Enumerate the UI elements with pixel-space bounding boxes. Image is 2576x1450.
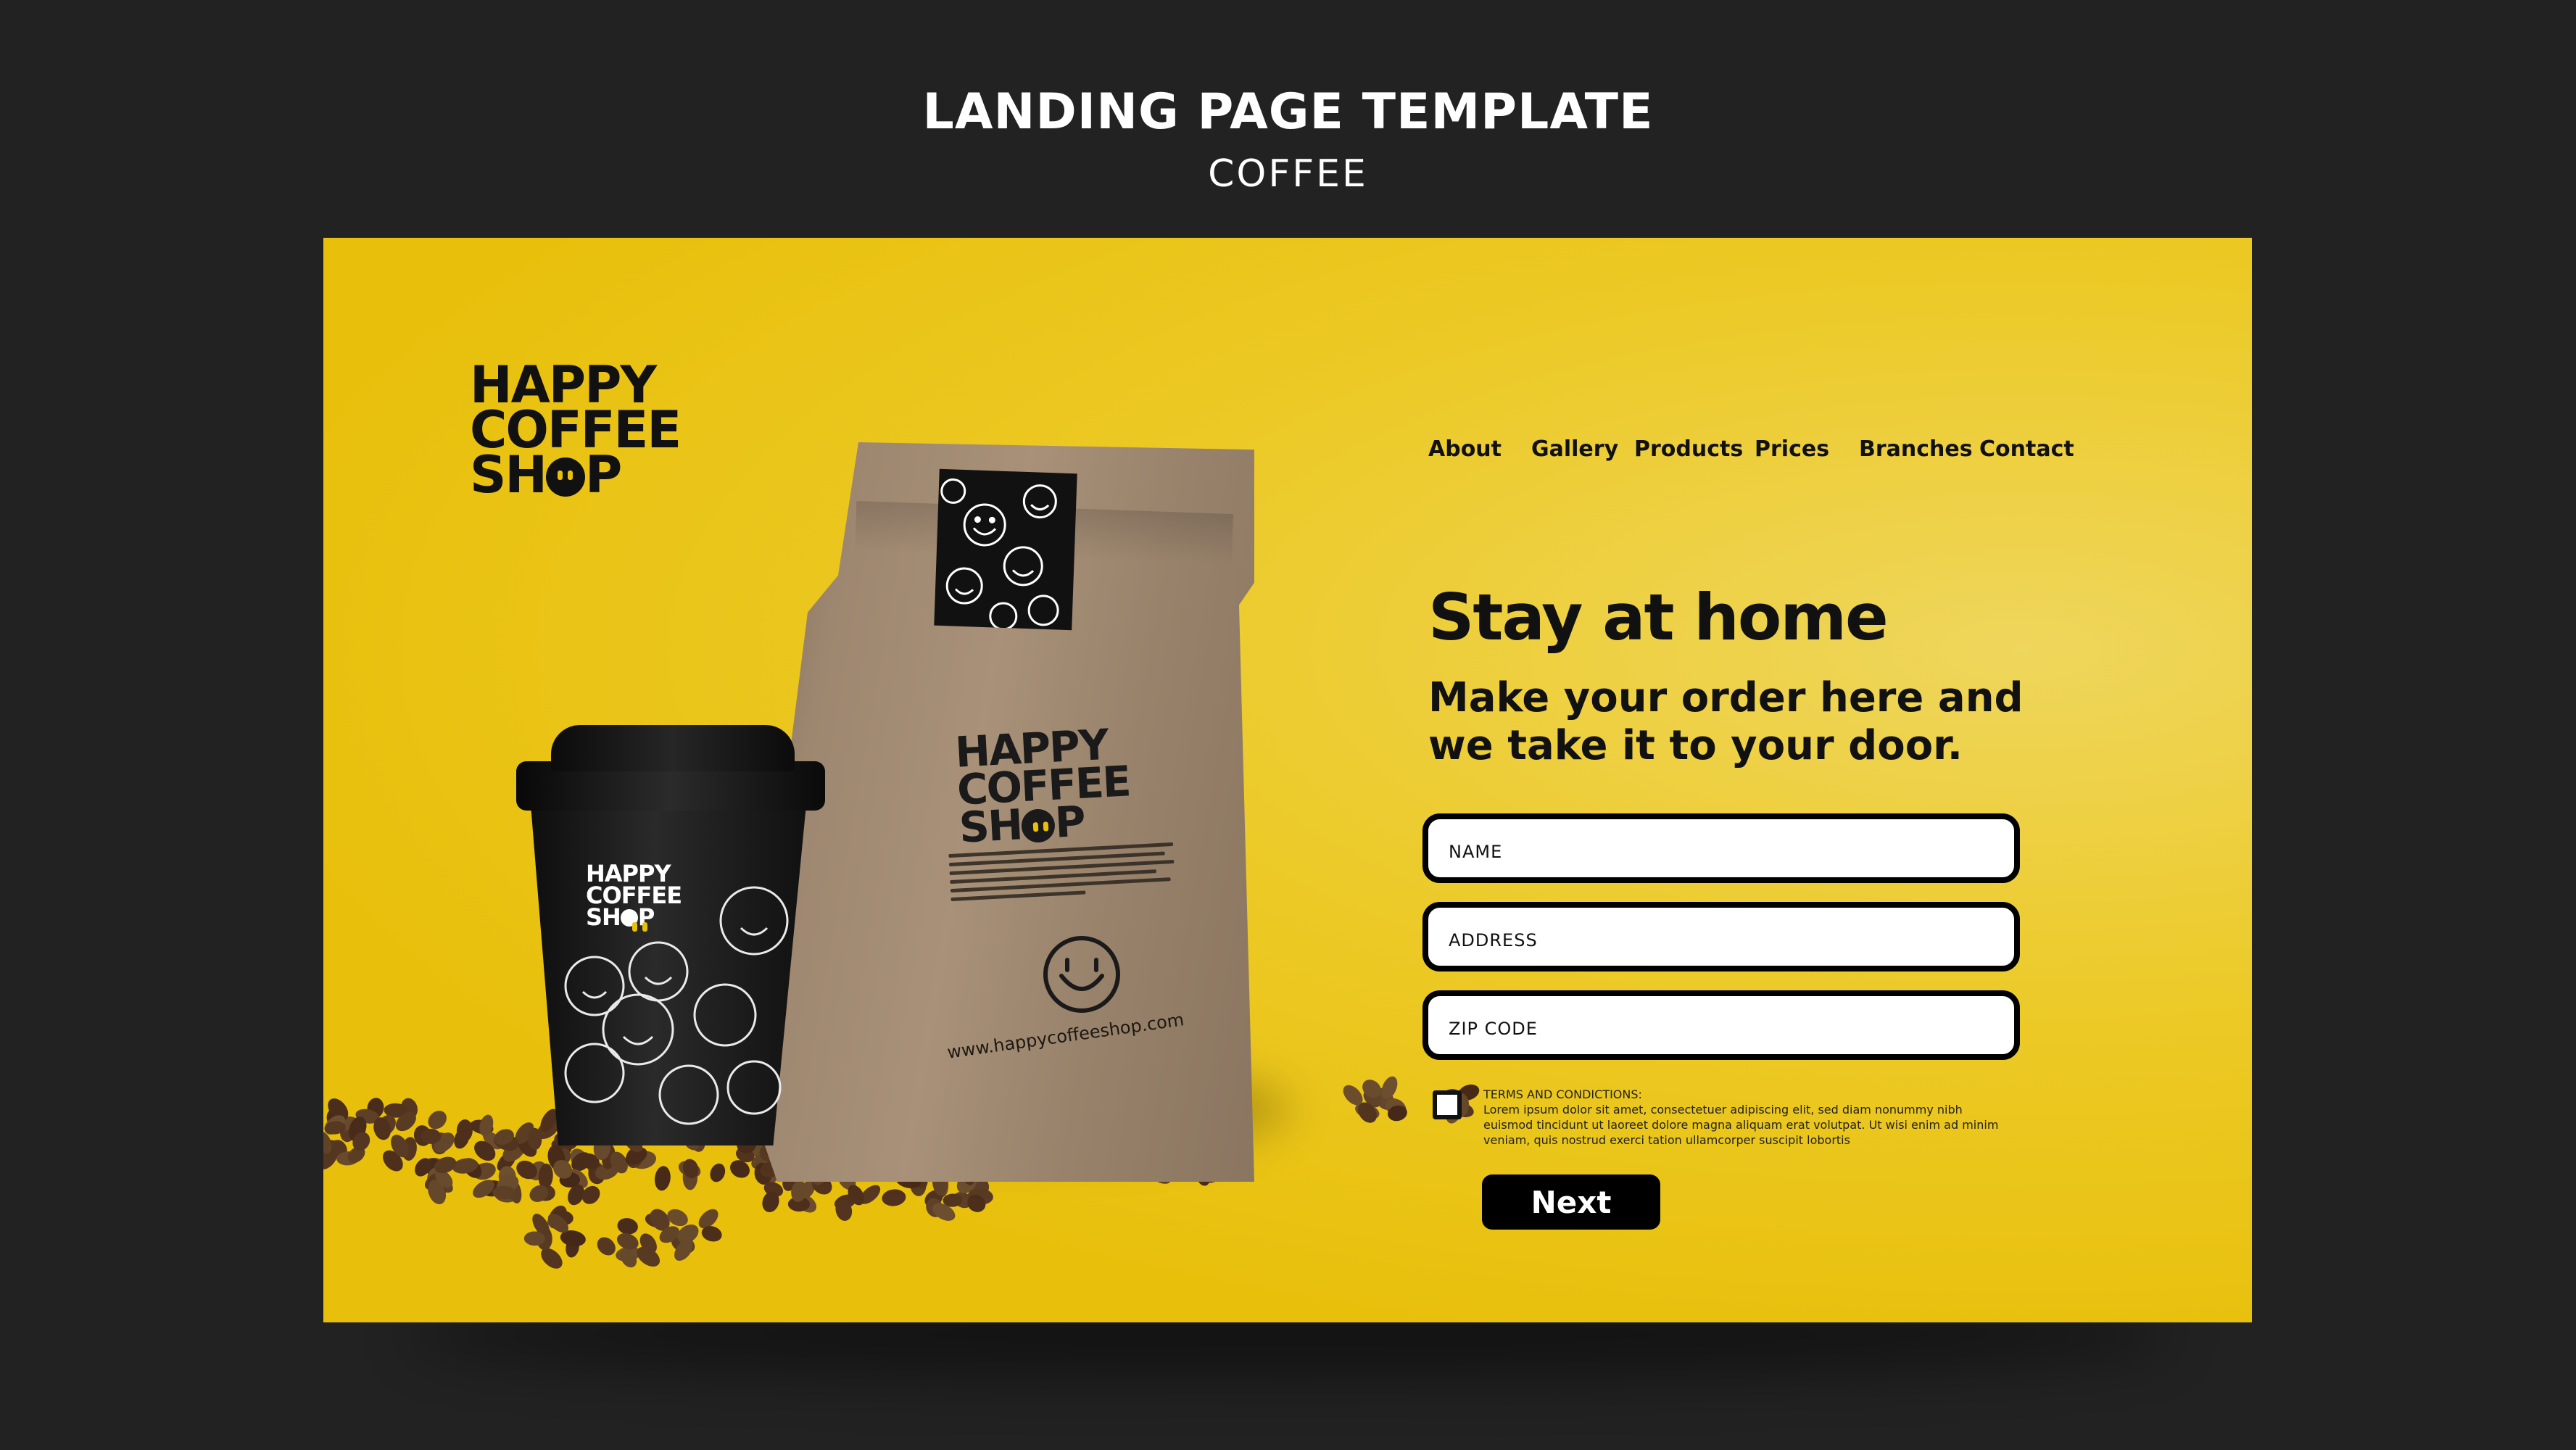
coffee-bean [597, 1237, 616, 1256]
address-field [1422, 902, 2020, 972]
smiley-o-icon [1021, 808, 1056, 844]
nav-contact[interactable]: Contact [1979, 436, 2074, 462]
terms-title: TERMS AND CONDICTIONS: [1483, 1088, 1642, 1101]
page-title: LANDING PAGE TEMPLATE [922, 83, 1654, 141]
coffee-bean [617, 1218, 638, 1235]
bag-logo: HAPPY COFFEE SH P [954, 720, 1148, 853]
happy-coffee-shop-logo[interactable]: HAPPY COFFEE SH P [470, 360, 709, 500]
next-button[interactable]: Next [1482, 1174, 1660, 1230]
address-input[interactable] [1428, 908, 2014, 966]
nav-products[interactable]: Products [1634, 436, 1743, 462]
coffee-bean [710, 1163, 726, 1182]
coffee-bean [654, 1166, 671, 1191]
nav-about[interactable]: About [1428, 436, 1502, 462]
bag-smiley-icon [1043, 936, 1120, 1013]
bag-logo-p: P [1053, 796, 1086, 848]
nav-branches[interactable]: Branches [1859, 436, 1973, 462]
zip-code-input[interactable] [1428, 996, 2014, 1054]
hero-text: Make your order here and we take it to y… [1428, 674, 2024, 769]
name-field [1422, 813, 2020, 883]
coffee-bean [882, 1189, 906, 1206]
smiley-pattern-icon [940, 478, 1059, 631]
cup-lid-top [551, 725, 795, 771]
nav-prices[interactable]: Prices [1755, 436, 1829, 462]
hero-title: Stay at home [1428, 580, 1889, 655]
nav-gallery[interactable]: Gallery [1531, 436, 1618, 462]
terms-body: Lorem ipsum dolor sit amet, consectetuer… [1483, 1103, 1999, 1147]
name-input[interactable] [1428, 819, 2014, 877]
bag-logo-sh: SH [958, 800, 1023, 853]
cup-smiley-pattern-icon [564, 886, 789, 1125]
terms-block: TERMS AND CONDICTIONS: Lorem ipsum dolor… [1483, 1088, 2005, 1148]
main-nav: About Gallery Products Prices Branches C… [0, 436, 2576, 465]
terms-checkbox[interactable] [1433, 1090, 1462, 1119]
page-header: LANDING PAGE TEMPLATE COFFEE [0, 80, 2576, 203]
bag-sticker-smiley-pattern [934, 468, 1077, 631]
page-subtitle: COFFEE [1208, 152, 1368, 196]
zip-code-field [1422, 990, 2020, 1060]
